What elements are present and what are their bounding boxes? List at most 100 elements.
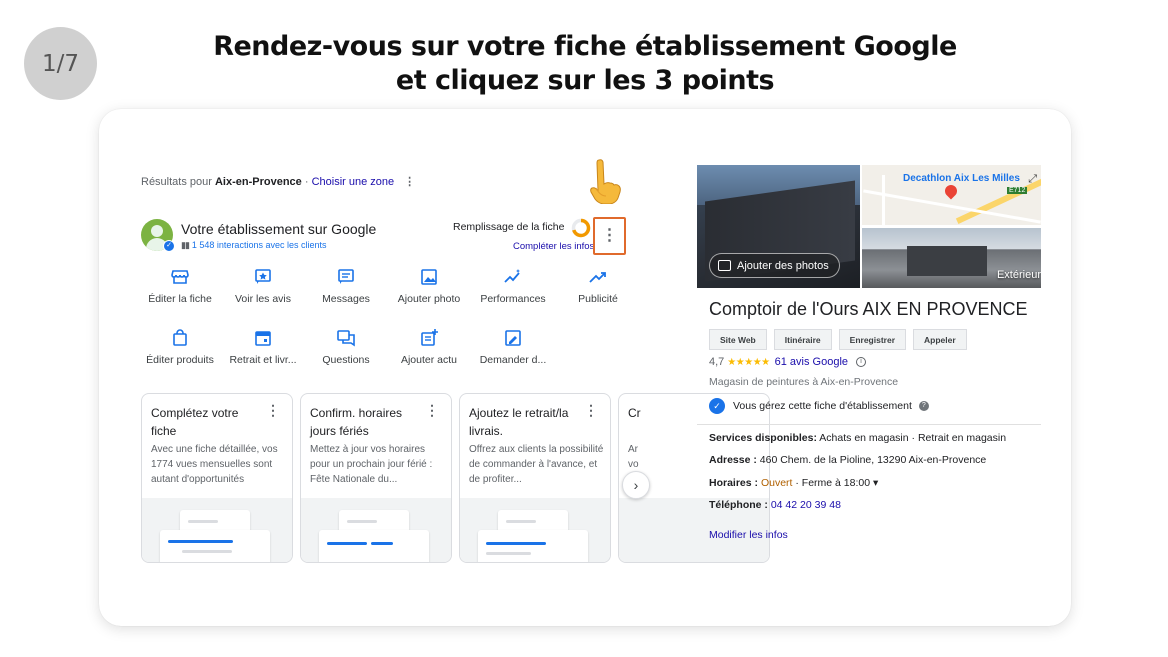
- action-label: Messages: [322, 293, 370, 305]
- task-menu-button[interactable]: ⋮: [266, 402, 280, 419]
- phone-label: Téléphone :: [709, 499, 768, 511]
- action-pickup-delivery[interactable]: Retrait et livr...: [222, 328, 304, 366]
- action-buttons: Site Web Itinéraire Enregistrer Appeler: [709, 329, 967, 350]
- action-messages[interactable]: Messages: [305, 267, 387, 305]
- services-row: Services disponibles: Achats en magasin …: [709, 432, 1006, 444]
- star-review-icon: [255, 269, 271, 284]
- complete-info-link[interactable]: Compléter les infos: [513, 241, 594, 252]
- task-menu-button[interactable]: ⋮: [425, 402, 439, 419]
- verified-check-icon: ✓: [709, 398, 725, 414]
- services-value: Achats en magasin · Retrait en magasin: [816, 432, 1007, 444]
- action-label: Éditer produits: [146, 354, 214, 366]
- address-row: Adresse : 460 Chem. de la Pioline, 13290…: [709, 454, 986, 466]
- action-label: Voir les avis: [234, 293, 292, 305]
- info-icon[interactable]: i: [856, 357, 867, 367]
- task-menu-button[interactable]: ⋮: [584, 402, 598, 419]
- task-illustration: [142, 498, 292, 562]
- hours-dropdown[interactable]: · Ferme à 18:00 ▾: [792, 477, 878, 489]
- add-photos-button[interactable]: Ajouter des photos: [709, 253, 840, 278]
- post-add-icon: [421, 329, 438, 346]
- interactions-link[interactable]: ▮▮ 1 548 interactions avec les clients: [181, 240, 326, 251]
- action-label: Publicité: [578, 293, 618, 305]
- reviews-link[interactable]: 61 avis Google: [775, 356, 848, 368]
- task-title: Complétez votre fiche: [151, 406, 239, 438]
- task-description: Offrez aux clients la possibilité de com…: [469, 444, 604, 485]
- exterior-photo[interactable]: Extérieur: [862, 228, 1041, 288]
- action-label: Performances: [480, 293, 546, 305]
- knowledge-panel: Ajouter des photos Decathlon Aix Les Mil…: [697, 165, 1041, 565]
- results-separator: ·: [301, 176, 312, 188]
- task-description: Avec une fiche détaillée, vos 1774 vues …: [151, 444, 278, 485]
- hours-open-status: Ouvert: [758, 477, 793, 489]
- storefront-photo[interactable]: Ajouter des photos: [697, 165, 860, 288]
- help-icon[interactable]: ?: [918, 401, 929, 411]
- action-label: Retrait et livr...: [229, 354, 297, 366]
- task-card[interactable]: Confirm. horaires jours fériés ⋮ Mettez …: [300, 393, 452, 563]
- performance-icon: [504, 269, 520, 283]
- exterior-label: Extérieur: [996, 269, 1041, 281]
- action-performance[interactable]: Performances: [472, 267, 554, 305]
- storefront-icon: [171, 270, 189, 284]
- choose-zone-link[interactable]: Choisir une zone: [312, 176, 395, 188]
- action-label: Demander d...: [479, 354, 547, 366]
- hours-label: Horaires :: [709, 477, 759, 489]
- task-description: Mettez à jour vos horaires pour un proch…: [310, 444, 433, 485]
- message-icon: [338, 269, 354, 284]
- add-photos-label: Ajouter des photos: [737, 259, 829, 272]
- screenshot-card: Résultats pour Aix-en-Provence · Choisir…: [99, 109, 1071, 626]
- verified-badge-icon: ✓: [163, 240, 175, 252]
- shopping-bag-icon: [173, 329, 187, 346]
- address-value[interactable]: 460 Chem. de la Pioline, 13290 Aix-en-Pr…: [757, 454, 986, 466]
- services-label: Services disponibles:: [709, 432, 817, 444]
- pointing-hand-icon: [590, 159, 621, 204]
- business-manager-panel: Résultats pour Aix-en-Provence · Choisir…: [99, 109, 770, 626]
- photo-icon: [421, 269, 437, 285]
- action-advertising[interactable]: Publicité: [557, 267, 639, 305]
- place-category: Magasin de peintures à Aix-en-Provence: [709, 376, 899, 388]
- action-edit-profile[interactable]: Éditer la fiche: [139, 267, 221, 305]
- carousel-next-button[interactable]: ›: [622, 471, 650, 499]
- directions-button[interactable]: Itinéraire: [773, 329, 832, 350]
- action-see-reviews[interactable]: Voir les avis: [222, 267, 304, 305]
- step-badge: 1/7: [24, 27, 97, 100]
- call-button[interactable]: Appeler: [913, 329, 967, 350]
- save-button[interactable]: Enregistrer: [838, 329, 907, 350]
- profile-completion-label: Remplissage de la fiche: [453, 221, 565, 233]
- calendar-icon: [255, 331, 271, 346]
- business-section-title: Votre établissement sur Google: [181, 221, 377, 237]
- action-add-photo[interactable]: Ajouter photo: [388, 267, 470, 305]
- phone-row: Téléphone : 04 42 20 39 48: [709, 499, 841, 511]
- website-button[interactable]: Site Web: [709, 329, 767, 350]
- road-shield: E712: [1007, 187, 1028, 194]
- map-thumbnail[interactable]: Decathlon Aix Les Milles E712 ⤢: [862, 165, 1041, 225]
- slide-title-line2: et cliquez sur les 3 points: [395, 65, 775, 96]
- phone-link[interactable]: 04 42 20 39 48: [768, 499, 841, 511]
- task-illustration: [460, 498, 610, 562]
- map-pin-icon: [942, 182, 960, 200]
- questions-icon: [337, 330, 355, 347]
- managed-notice: ✓ Vous gérez cette fiche d'établissement…: [709, 398, 929, 414]
- bar-chart-icon: ▮▮: [181, 240, 190, 250]
- address-label: Adresse :: [709, 454, 757, 466]
- task-card[interactable]: Ajoutez le retrait/la livrais. ⋮ Offrez …: [459, 393, 611, 563]
- task-illustration: [301, 498, 451, 562]
- action-add-post[interactable]: Ajouter actu: [388, 328, 470, 366]
- action-edit-products[interactable]: Éditer produits: [139, 328, 221, 366]
- results-row: Résultats pour Aix-en-Provence · Choisir…: [141, 175, 415, 188]
- camera-icon: [718, 260, 731, 271]
- action-questions[interactable]: Questions: [305, 328, 387, 366]
- results-menu-button[interactable]: ⋮: [404, 176, 415, 188]
- hours-row: Horaires : Ouvert · Ferme à 18:00 ▾: [709, 477, 878, 489]
- expand-icon[interactable]: ⤢: [1028, 173, 1037, 186]
- task-card[interactable]: Complétez votre fiche ⋮ Avec une fiche d…: [141, 393, 293, 563]
- more-options-button[interactable]: ⋮: [593, 217, 626, 255]
- results-prefix: Résultats pour: [141, 176, 215, 188]
- task-title: Ajoutez le retrait/la livrais.: [469, 406, 569, 438]
- action-request-reviews[interactable]: Demander d...: [472, 328, 554, 366]
- managed-text: Vous gérez cette fiche d'établissement: [733, 400, 912, 412]
- action-label: Questions: [322, 354, 370, 366]
- trend-icon: [589, 272, 606, 283]
- interactions-text: 1 548 interactions avec les clients: [191, 240, 327, 250]
- modify-info-link[interactable]: Modifier les infos: [709, 529, 788, 541]
- rating-row: 4,7 ★★★★★ 61 avis Google i: [709, 356, 867, 368]
